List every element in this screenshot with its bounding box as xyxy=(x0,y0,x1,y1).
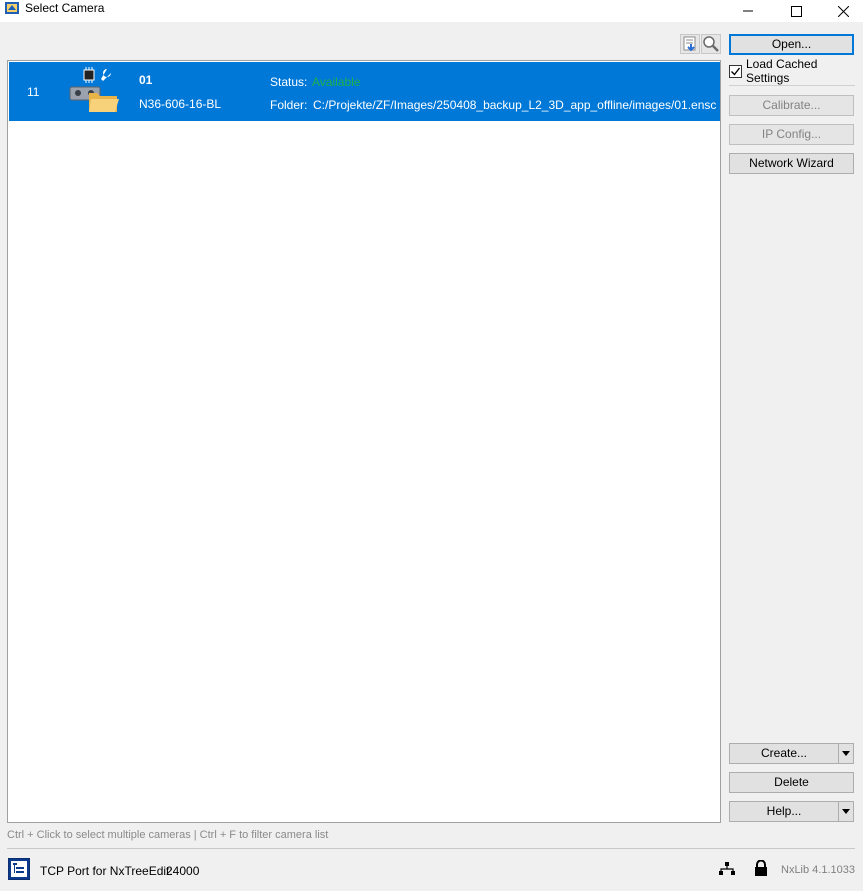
search-icon xyxy=(703,36,719,52)
status-value: Available xyxy=(312,75,361,89)
minimize-button[interactable] xyxy=(725,0,771,22)
camera-index: 11 xyxy=(27,85,40,99)
status-label: Status: xyxy=(270,75,308,89)
status-bar: TCP Port for NxTreeEdit: 24000 NxLib 4.1… xyxy=(0,855,863,885)
lock-icon xyxy=(755,860,767,876)
chevron-down-icon xyxy=(842,751,850,756)
load-cached-settings-label: Load Cached Settings xyxy=(746,57,818,85)
version-label: NxLib 4.1.1033 xyxy=(781,864,855,876)
help-button-label: Help... xyxy=(766,804,802,818)
network-wizard-button[interactable]: Network Wizard xyxy=(729,153,854,174)
camera-model: N36-606-16-BL xyxy=(139,97,222,111)
hint-text: Ctrl + Click to select multiple cameras … xyxy=(7,829,329,841)
file-camera-icon xyxy=(69,67,119,112)
search-button[interactable] xyxy=(701,34,721,54)
app-icon xyxy=(5,2,19,14)
minimize-icon xyxy=(743,10,753,12)
close-icon xyxy=(837,5,849,17)
close-button[interactable] xyxy=(820,0,863,22)
calibrate-button[interactable]: Calibrate... xyxy=(729,95,854,116)
chevron-down-icon xyxy=(842,809,850,814)
checkbox-box[interactable] xyxy=(729,64,742,78)
open-button[interactable]: Open... xyxy=(729,34,854,55)
load-cached-settings-checkbox[interactable]: Load Cached Settings xyxy=(729,57,863,85)
network-icon xyxy=(719,862,735,875)
export-list-icon xyxy=(683,36,696,52)
maximize-button[interactable] xyxy=(773,0,819,22)
create-button-label: Create... xyxy=(760,746,808,760)
window-title: Select Camera xyxy=(25,1,105,15)
help-button[interactable]: Help... xyxy=(729,801,854,822)
tcp-port-label: TCP Port for NxTreeEdit: xyxy=(40,864,173,878)
camera-row[interactable]: 11 01 N36-606-16-BL Status: Available Fo… xyxy=(9,62,720,121)
maximize-icon xyxy=(790,5,802,17)
divider xyxy=(7,848,855,849)
create-dropdown-arrow[interactable] xyxy=(838,744,853,763)
export-list-button[interactable] xyxy=(680,34,700,54)
folder-path: C:/Projekte/ZF/Images/250408_backup_L2_3… xyxy=(313,98,717,112)
camera-list[interactable]: 11 01 N36-606-16-BL Status: Available Fo… xyxy=(7,60,721,823)
delete-button[interactable]: Delete xyxy=(729,772,854,793)
tree-edit-icon[interactable] xyxy=(8,858,30,880)
tcp-port-value: 24000 xyxy=(166,864,200,878)
create-button[interactable]: Create... xyxy=(729,743,854,764)
camera-serial: 01 xyxy=(139,73,153,87)
ip-config-button[interactable]: IP Config... xyxy=(729,124,854,145)
help-dropdown-arrow[interactable] xyxy=(838,802,853,821)
checkmark-icon xyxy=(731,67,741,76)
title-bar: Select Camera xyxy=(0,0,863,22)
folder-label: Folder: xyxy=(270,98,308,112)
divider xyxy=(729,85,855,86)
